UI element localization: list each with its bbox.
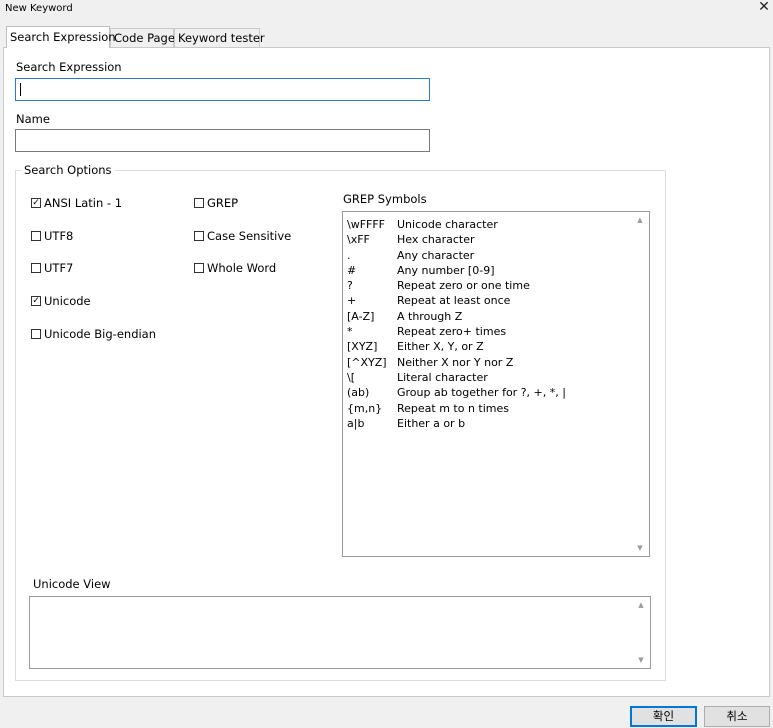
checkbox-box: ✓	[31, 296, 41, 306]
grep-symbol-description: Any character	[397, 248, 475, 262]
grep-symbol-description: Neither X nor Y nor Z	[397, 355, 514, 369]
grep-symbol-row[interactable]: a|b Either a or b	[347, 416, 627, 431]
name-input[interactable]	[15, 129, 430, 152]
checkbox-box	[194, 263, 204, 273]
checkbox-box	[31, 231, 41, 241]
grep-symbol-description: Either X, Y, or Z	[397, 340, 484, 354]
grep-symbol-description: A through Z	[397, 309, 463, 323]
checkbox-box	[194, 198, 204, 208]
grep-symbol-row[interactable]: [A-Z] A through Z	[347, 309, 627, 324]
grep-symbol: \wFFFF	[347, 218, 386, 231]
window-title: New Keyword	[5, 3, 73, 14]
unicode-big-endian-checkbox[interactable]: Unicode Big-endian	[31, 327, 156, 341]
grep-symbol-description: Hex character	[397, 233, 475, 247]
checkbox-box	[194, 231, 204, 241]
grep-symbol-description: Repeat m to n times	[397, 401, 510, 415]
ok-button[interactable]: 확인	[630, 706, 697, 727]
grep-symbol: \[	[347, 370, 355, 384]
grep-symbol-description: Any number [0-9]	[397, 263, 495, 277]
grep-symbol-description: Literal character	[397, 370, 488, 384]
utf7-checkbox[interactable]: UTF7	[31, 261, 73, 275]
tab-code-page[interactable]: Code Page	[110, 28, 175, 47]
checkbox-box	[31, 263, 41, 273]
grep-symbol: *	[347, 325, 353, 339]
cancel-button[interactable]: 취소	[704, 706, 770, 727]
grep-symbol-row[interactable]: # Any number [0-9]	[347, 263, 627, 278]
grep-symbol-description: Repeat zero or one time	[397, 279, 530, 293]
grep-symbol: [XYZ]	[347, 340, 378, 354]
grep-symbol: [A-Z]	[347, 309, 375, 323]
grep-symbol: \xFF	[347, 233, 370, 247]
grep-symbol: +	[347, 294, 357, 308]
grep-symbol-row[interactable]: + Repeat at least once	[347, 293, 627, 308]
case-sensitive-checkbox[interactable]: Case Sensitive	[194, 229, 291, 243]
close-icon[interactable]: ✕	[756, 0, 772, 16]
search-options-legend: Search Options	[21, 163, 115, 177]
unicode-view-label: Unicode View	[33, 577, 111, 591]
whole-word-checkbox[interactable]: Whole Word	[194, 261, 276, 275]
unicode-view-scrollbar[interactable]: ▲ ▼	[633, 598, 649, 667]
grep-symbol-description: Group ab together for ?, +, *, |	[397, 386, 566, 400]
grep-symbol-description: Repeat zero+ times	[397, 325, 507, 339]
scroll-up-icon[interactable]: ▲	[633, 598, 649, 612]
name-label: Name	[16, 112, 50, 126]
grep-symbols-label: GREP Symbols	[343, 192, 427, 206]
grep-symbol-row[interactable]: [^XYZ] Neither X nor Y nor Z	[347, 355, 627, 370]
checkbox-box	[31, 329, 41, 339]
grep-symbol-description: Either a or b	[397, 416, 466, 430]
search-expression-label: Search Expression	[16, 60, 122, 74]
ansi-latin-1-checkbox[interactable]: ✓ ANSI Latin - 1	[31, 196, 122, 210]
grep-symbol-row[interactable]: ? Repeat zero or one time	[347, 278, 627, 293]
grep-symbol: [^XYZ]	[347, 355, 387, 369]
search-expression-input[interactable]	[15, 78, 430, 101]
grep-symbol-row[interactable]: [XYZ] Either X, Y, or Z	[347, 339, 627, 354]
grep-symbol-row[interactable]: \xFF Hex character	[347, 232, 627, 247]
grep-symbol-row[interactable]: \[ Literal character	[347, 370, 627, 385]
grep-symbol: #	[347, 263, 357, 277]
grep-symbol-description: Unicode character	[397, 218, 498, 231]
grep-symbol-row[interactable]: {m,n} Repeat m to n times	[347, 401, 627, 416]
scroll-up-icon[interactable]: ▲	[632, 213, 648, 227]
grep-symbol: ?	[347, 279, 353, 293]
grep-symbol: .	[347, 248, 351, 262]
grep-symbol-row[interactable]: \wFFFF Unicode character	[347, 217, 627, 232]
tab-keyword-tester[interactable]: Keyword tester	[174, 28, 265, 47]
scroll-down-icon[interactable]: ▼	[632, 541, 648, 555]
utf8-checkbox[interactable]: UTF8	[31, 229, 73, 243]
grep-symbols-list[interactable]: \wFFFF Unicode character \xFF Hex character…	[342, 211, 650, 557]
unicode-view-textarea[interactable]: ▲ ▼	[29, 596, 651, 669]
tab-search-expression[interactable]: Search Expression	[6, 26, 116, 48]
grep-checkbox[interactable]: GREP	[194, 196, 238, 210]
grep-symbol-description: Repeat at least once	[397, 294, 511, 308]
grep-list-scrollbar[interactable]: ▲ ▼	[632, 213, 648, 555]
grep-symbols-rows: \wFFFF Unicode character \xFF Hex character…	[347, 217, 627, 431]
text-caret	[20, 83, 21, 96]
unicode-checkbox[interactable]: ✓ Unicode	[31, 294, 91, 308]
grep-symbol-row[interactable]: (ab) Group ab together for ?, +, *, |	[347, 385, 627, 400]
grep-symbol: {m,n}	[347, 401, 383, 415]
grep-symbol-row[interactable]: . Any character	[347, 248, 627, 263]
grep-symbol-row[interactable]: * Repeat zero+ times	[347, 324, 627, 339]
scroll-down-icon[interactable]: ▼	[633, 653, 649, 667]
grep-symbol: a|b	[347, 416, 365, 430]
checkbox-box: ✓	[31, 198, 41, 208]
grep-symbol: (ab)	[347, 386, 370, 400]
